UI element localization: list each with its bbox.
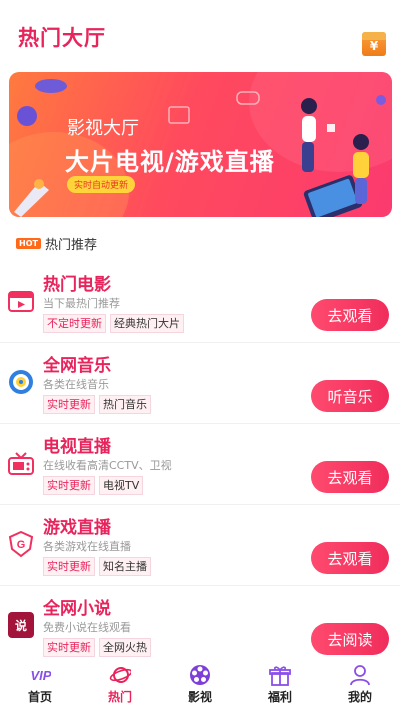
svg-text:VIP: VIP — [31, 668, 51, 683]
item-tag: 实时更新 — [43, 638, 95, 657]
svg-text:说: 说 — [15, 618, 27, 633]
item-tag: 实时更新 — [43, 395, 95, 414]
item-desc: 免费小说在线观看 — [43, 621, 131, 634]
tab-welfare[interactable]: 福利 — [240, 658, 320, 710]
planet-icon — [109, 664, 131, 686]
item-desc: 各类在线音乐 — [43, 378, 109, 391]
section-title: 热门推荐 — [44, 238, 97, 253]
item-desc: 各类游戏在线直播 — [43, 540, 131, 553]
tab-home[interactable]: VIP 首页 — [0, 658, 80, 710]
red-packet-icon[interactable]: ¥ — [362, 32, 386, 56]
item-desc: 在线收看高清CCTV、卫视 — [43, 459, 172, 472]
vip-icon: VIP — [29, 664, 51, 686]
item-tag: 实时更新 — [43, 476, 95, 495]
item-tag: 实时更新 — [43, 557, 95, 576]
item-title: 全网小说 — [43, 599, 111, 619]
item-tag: 全网火热 — [99, 638, 151, 657]
list-item-tv[interactable]: 电视直播 在线收看高清CCTV、卫视 实时更新 电视TV 去观看 — [0, 424, 400, 505]
svg-text:G: G — [17, 539, 26, 551]
music-disc-icon — [8, 369, 34, 395]
item-tag: 经典热门大片 — [110, 314, 184, 333]
tab-movies[interactable]: 影视 — [160, 658, 240, 710]
novel-icon: 说 — [8, 612, 34, 638]
bottom-tab-bar: VIP 首页 热门 影视 福利 我的 — [0, 658, 400, 710]
gift-icon — [269, 664, 291, 686]
header: 热门大厅 ¥ — [0, 0, 400, 62]
game-shield-icon: G — [8, 531, 34, 557]
tab-hot[interactable]: 热门 — [80, 658, 160, 710]
item-tag: 电视TV — [99, 476, 144, 495]
tab-label: 首页 — [27, 690, 52, 704]
list-item-novels[interactable]: 说 全网小说 免费小说在线观看 实时更新 全网火热 去阅读 — [0, 586, 400, 667]
film-icon — [8, 288, 34, 314]
item-tag: 不定时更新 — [43, 314, 106, 333]
item-desc: 当下最热门推荐 — [43, 297, 120, 310]
watch-button[interactable]: 去观看 — [311, 461, 389, 493]
listen-music-button[interactable]: 听音乐 — [311, 380, 389, 412]
item-tag: 热门音乐 — [99, 395, 151, 414]
tab-label: 影视 — [187, 690, 212, 704]
item-tag: 知名主播 — [99, 557, 151, 576]
user-icon — [349, 664, 371, 686]
list-item-game-live[interactable]: G 游戏直播 各类游戏在线直播 实时更新 知名主播 去观看 — [0, 505, 400, 586]
list-item-music[interactable]: 全网音乐 各类在线音乐 实时更新 热门音乐 听音乐 — [0, 343, 400, 424]
watch-button[interactable]: 去观看 — [311, 542, 389, 574]
list-item-movies[interactable]: 热门电影 当下最热门推荐 不定时更新 经典热门大片 去观看 — [0, 262, 400, 343]
banner-subtitle: 影视大厅 — [67, 118, 139, 139]
read-button[interactable]: 去阅读 — [311, 623, 389, 655]
tab-label: 我的 — [347, 690, 372, 704]
hot-badge: HOT — [16, 238, 41, 249]
watch-button[interactable]: 去观看 — [311, 299, 389, 331]
item-title: 电视直播 — [43, 437, 111, 457]
item-title: 游戏直播 — [43, 518, 111, 538]
film-reel-icon — [189, 664, 211, 686]
banner-tag: 实时自动更新 — [67, 176, 136, 193]
item-title: 全网音乐 — [43, 356, 111, 376]
item-title: 热门电影 — [43, 275, 111, 295]
tab-mine[interactable]: 我的 — [320, 658, 400, 710]
red-packet-symbol: ¥ — [369, 39, 379, 53]
tab-label: 热门 — [107, 690, 132, 704]
tv-icon — [8, 450, 34, 476]
banner-title: 大片电视/游戏直播 — [65, 148, 275, 176]
page-title: 热门大厅 — [18, 26, 106, 50]
recommend-list: 热门电影 当下最热门推荐 不定时更新 经典热门大片 去观看 全网音乐 各类在线音… — [0, 262, 400, 667]
tab-label: 福利 — [267, 690, 292, 704]
promo-banner[interactable]: 影视大厅 大片电视/游戏直播 实时自动更新 — [9, 72, 392, 217]
section-header: HOT 热门推荐 — [16, 234, 97, 253]
